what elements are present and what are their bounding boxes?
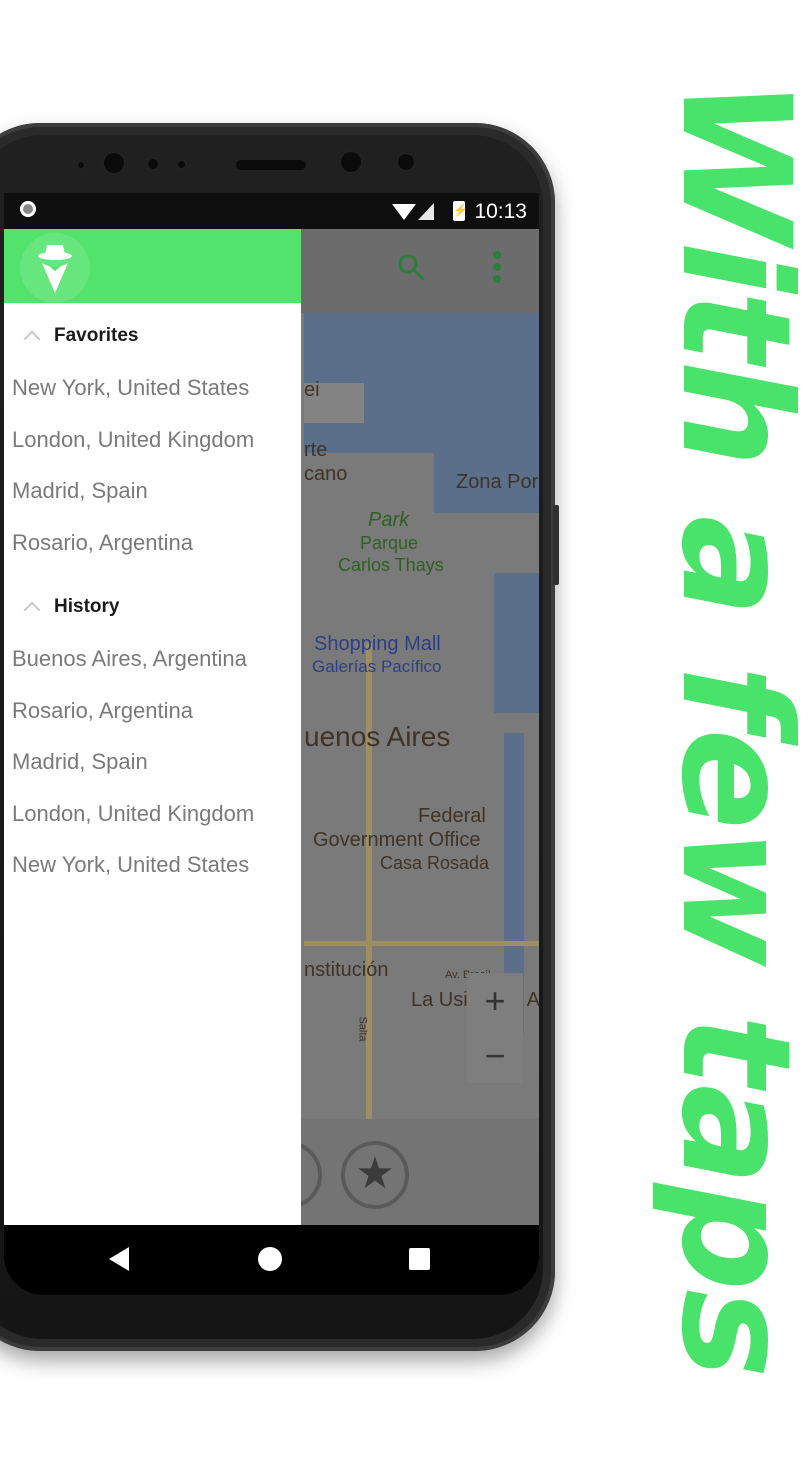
section-title: History (54, 596, 120, 617)
phone-sensor (341, 152, 361, 172)
map-label-carlos-thays: Carlos Thays (338, 555, 444, 575)
zoom-out-button[interactable]: − (467, 1028, 523, 1083)
signal-icon (418, 203, 434, 220)
map-label: ei (304, 379, 320, 401)
promo-headline: With a few taps (648, 78, 810, 1377)
search-icon[interactable] (397, 253, 425, 281)
wifi-icon (392, 204, 416, 220)
more-vert-icon[interactable] (492, 251, 502, 287)
chevron-up-icon (23, 601, 41, 619)
map-label-city: uenos Aires (304, 721, 451, 752)
notification-icon (20, 201, 36, 217)
back-icon[interactable] (109, 1247, 129, 1271)
zoom-in-button[interactable]: + (467, 973, 523, 1028)
history-header[interactable]: History (4, 581, 301, 633)
phone-sensor (398, 154, 414, 170)
phone-sensor (78, 162, 84, 168)
favorite-item[interactable]: New York, United States (4, 362, 301, 414)
map-label-federal: Federal (418, 805, 486, 827)
favorites-section: Favorites New York, United States London… (4, 310, 301, 568)
history-item[interactable]: London, United Kingdom (4, 788, 301, 840)
section-title: Favorites (54, 325, 139, 346)
phone-speaker (236, 160, 306, 170)
map-label-constitucion: nstitución (304, 959, 389, 981)
map-label-shopping-mall: Shopping Mall (314, 633, 441, 655)
chevron-up-icon (23, 330, 41, 348)
star-icon[interactable]: ★ (341, 1141, 409, 1209)
map-label-parque: Parque (360, 533, 419, 553)
history-item[interactable]: Madrid, Spain (4, 736, 301, 788)
history-item[interactable]: Rosario, Argentina (4, 685, 301, 737)
app-window: ei rte cano Zona Por Park Parque Carlos … (4, 229, 539, 1225)
status-time: 10:13 (474, 200, 527, 223)
battery-charging-icon (453, 201, 468, 221)
favorites-header[interactable]: Favorites (4, 310, 301, 362)
map-label-park: Park (368, 509, 410, 531)
front-camera (104, 153, 124, 173)
history-item[interactable]: New York, United States (4, 839, 301, 891)
history-section: History Buenos Aires, Argentina Rosario,… (4, 581, 301, 891)
map-label-zona-portuaria: Zona Por (456, 471, 539, 493)
phone-sensor (148, 159, 158, 169)
map-label: rte (304, 439, 328, 461)
home-icon[interactable] (258, 1247, 282, 1271)
map-label-galerias: Galerías Pacífico (312, 657, 442, 676)
favorite-item[interactable]: Rosario, Argentina (4, 517, 301, 569)
navigation-drawer: Favorites New York, United States London… (4, 229, 301, 1225)
map-label-casa-rosada: Casa Rosada (380, 853, 490, 873)
incognito-hat-icon (38, 245, 72, 293)
status-bar: 10:13 (4, 193, 539, 229)
phone-screen: 10:13 ei rte cano Zona Por Park Parque C… (4, 193, 539, 1295)
map-zoom-controls: + − (467, 973, 523, 1083)
app-logo (20, 233, 90, 303)
map-label: cano (304, 463, 348, 485)
favorite-item[interactable]: Madrid, Spain (4, 465, 301, 517)
recents-icon[interactable] (409, 1248, 430, 1270)
favorite-item[interactable]: London, United Kingdom (4, 414, 301, 466)
history-item[interactable]: Buenos Aires, Argentina (4, 633, 301, 685)
phone-side-button (553, 505, 559, 585)
drawer-header (4, 229, 301, 303)
map-label-government-office: Government Office (313, 829, 481, 851)
map-label-salta: Salta (356, 1016, 369, 1042)
system-nav-bar (4, 1225, 539, 1295)
phone-sensor (178, 161, 185, 168)
